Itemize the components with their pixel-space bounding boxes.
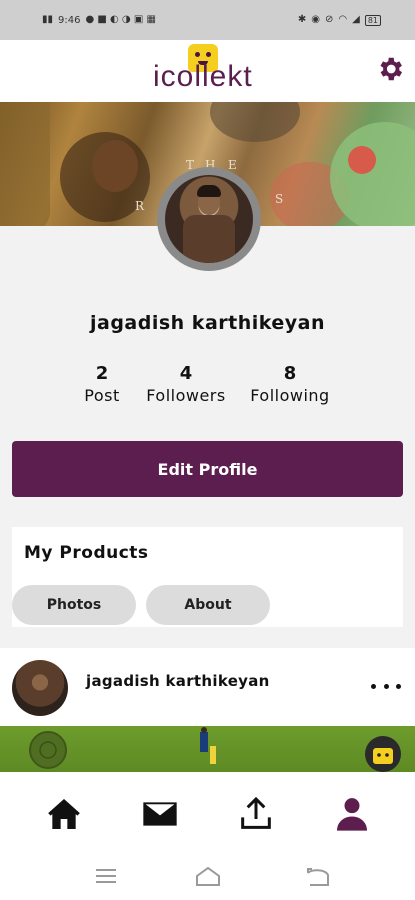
post-avatar[interactable] — [12, 660, 68, 716]
stat-value: 4 — [179, 363, 193, 384]
tab-photos[interactable]: Photos — [12, 585, 136, 625]
home-icon[interactable] — [44, 794, 84, 834]
stat-posts[interactable]: 2 Post — [76, 362, 128, 406]
products-panel: My Products Photos About — [12, 527, 403, 627]
cell-signal-icon: ◢ — [352, 14, 360, 25]
system-nav — [0, 850, 415, 900]
bluetooth-icon: ✱ — [297, 14, 307, 25]
notification-icon: ● ■ ◐ ◑ ▣ ▦ — [85, 14, 156, 25]
app-logo[interactable]: icollekt — [153, 60, 253, 94]
profile-avatar[interactable] — [157, 167, 261, 271]
post-image-art — [29, 727, 401, 772]
cover-letter: E — [228, 158, 245, 172]
stat-label: Following — [250, 386, 330, 405]
sync-icon: ◉ — [311, 14, 320, 25]
mute-icon: ⊘ — [324, 14, 334, 25]
tab-about[interactable]: About — [146, 585, 270, 625]
more-horizontal-icon[interactable] — [371, 676, 401, 696]
wifi-icon: ◠ — [338, 14, 348, 25]
upload-icon[interactable] — [236, 794, 276, 834]
mail-icon[interactable] — [140, 794, 180, 834]
stat-following[interactable]: 8 Following — [244, 362, 336, 406]
recents-icon[interactable] — [92, 865, 120, 887]
stat-value: 2 — [95, 363, 109, 384]
avatar — [165, 175, 253, 263]
signal-icon: ▮▮ — [42, 14, 54, 25]
bottom-nav — [0, 778, 415, 850]
home-nav-icon[interactable] — [194, 865, 222, 887]
app-header: icollekt — [0, 40, 415, 102]
status-right: ✱ ◉ ⊘ ◠ ◢ 81 — [297, 14, 381, 26]
edit-profile-button[interactable]: Edit Profile — [12, 441, 403, 497]
stat-followers[interactable]: 4 Followers — [138, 362, 234, 406]
status-bar: ▮▮ 9:46 ● ■ ◐ ◑ ▣ ▦ ✱ ◉ ⊘ ◠ ◢ 81 — [0, 0, 415, 40]
post-username[interactable]: jagadish karthikeyan — [86, 672, 270, 690]
post-card: jagadish karthikeyan — [0, 648, 415, 778]
gear-icon[interactable] — [375, 54, 405, 84]
products-title: My Products — [24, 543, 149, 563]
cover-letter: R — [135, 199, 153, 213]
stat-value: 8 — [283, 363, 297, 384]
cover-letter: S — [275, 192, 292, 206]
post-image[interactable] — [0, 726, 415, 772]
status-left: ▮▮ 9:46 ● ■ ◐ ◑ ▣ ▦ — [42, 15, 156, 26]
status-time: 9:46 — [58, 14, 81, 26]
battery-indicator: 81 — [364, 14, 381, 26]
profile-name: jagadish karthikeyan — [89, 312, 325, 334]
stat-label: Post — [84, 386, 120, 405]
back-icon[interactable] — [304, 865, 332, 887]
profile-icon[interactable] — [332, 794, 372, 834]
stat-label: Followers — [146, 386, 226, 405]
